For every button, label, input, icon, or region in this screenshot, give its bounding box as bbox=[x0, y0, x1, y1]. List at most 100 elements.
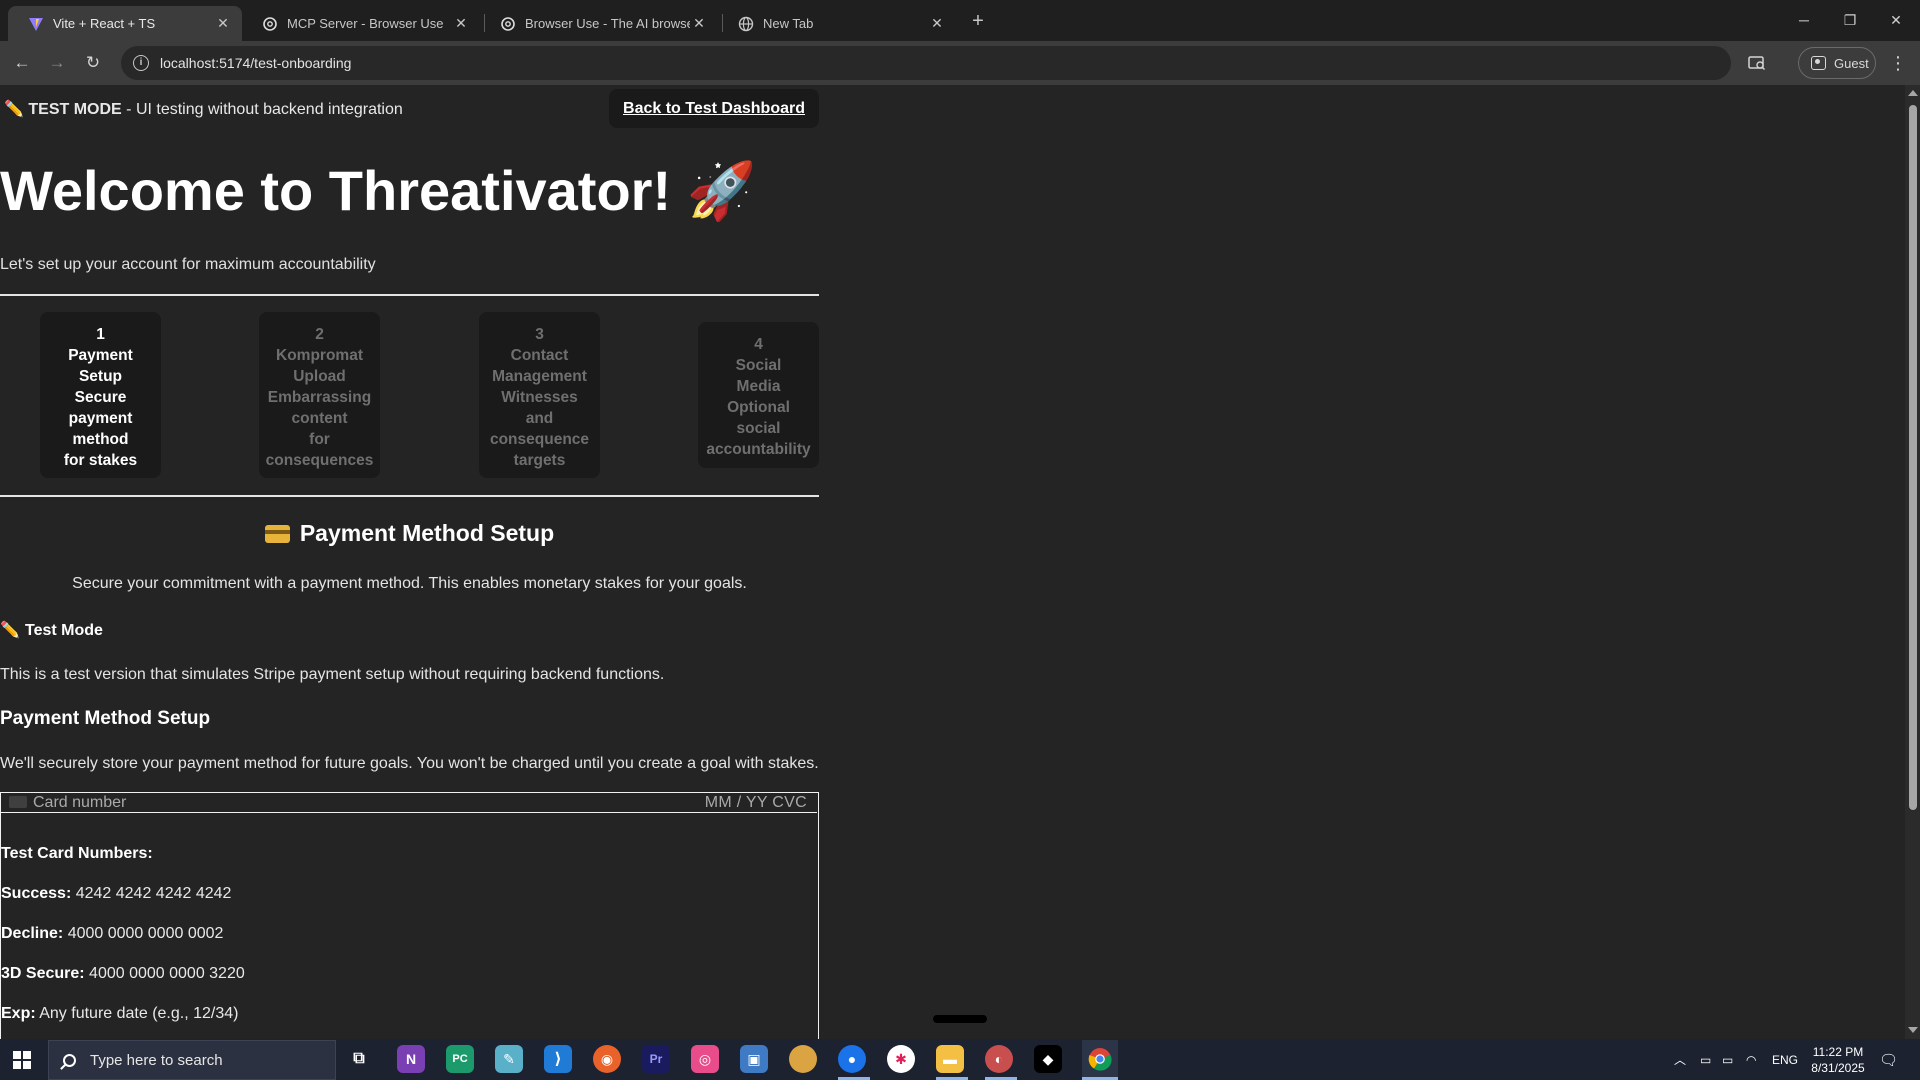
task-view-icon[interactable]: ⧉ bbox=[345, 1045, 373, 1073]
app-red-icon[interactable]: ◐ bbox=[985, 1045, 1013, 1073]
step-contact-management[interactable]: 3 Contact Management Witnesses and conse… bbox=[479, 312, 600, 478]
site-info-icon[interactable]: i bbox=[133, 55, 149, 71]
horizontal-scroll-indicator[interactable] bbox=[933, 1015, 987, 1023]
step-number: 4 bbox=[754, 336, 763, 353]
pencil-icon: ✏️ bbox=[4, 101, 24, 118]
close-icon[interactable]: ✕ bbox=[928, 15, 946, 33]
tab-title: Vite + React + TS bbox=[53, 16, 156, 31]
page-viewport: ✏️ TEST MODE - UI testing without backen… bbox=[0, 85, 1905, 1039]
language-indicator[interactable]: ENG bbox=[1772, 1039, 1798, 1080]
step-line: consequences bbox=[265, 452, 374, 469]
chrome-profile-icon[interactable]: ● bbox=[838, 1045, 866, 1073]
clock-time: 11:22 PM bbox=[1812, 1045, 1864, 1059]
tab-title: MCP Server - Browser Use bbox=[287, 16, 444, 31]
step-line: Upload bbox=[293, 368, 346, 385]
notes-app-icon[interactable]: ✎ bbox=[495, 1045, 523, 1073]
step-number: 3 bbox=[535, 326, 544, 343]
step-line: Secure bbox=[74, 389, 127, 406]
test-mode-text: - UI testing without backend integration bbox=[121, 101, 403, 118]
card-number-input[interactable]: Card number MM / YY CVC bbox=[1, 793, 817, 813]
test-mode-banner: ✏️ TEST MODE - UI testing without backen… bbox=[0, 85, 819, 130]
test-card-value: Any future date (e.g., 12/34) bbox=[35, 1005, 239, 1022]
chrome-icon[interactable] bbox=[1082, 1040, 1118, 1078]
back-to-dashboard-button[interactable]: Back to Test Dashboard bbox=[609, 89, 819, 128]
taskbar-search[interactable]: Type here to search bbox=[48, 1040, 336, 1080]
step-line: consequence bbox=[489, 431, 590, 448]
step-number: 2 bbox=[315, 326, 324, 343]
battery-icon[interactable]: ▭ bbox=[1722, 1039, 1733, 1080]
step-line: Contact bbox=[510, 347, 569, 364]
step-social-media[interactable]: 4 Social Media Optional social accountab… bbox=[698, 322, 819, 468]
address-bar[interactable]: i localhost:5174/test-onboarding bbox=[121, 46, 1731, 80]
scroll-down-arrow-icon[interactable] bbox=[1908, 1027, 1918, 1033]
install-app-icon[interactable] bbox=[1743, 49, 1771, 77]
step-line: accountability bbox=[706, 441, 811, 458]
meet-now-icon[interactable]: ▭ bbox=[1700, 1039, 1711, 1080]
file-explorer-icon[interactable]: ▬ bbox=[936, 1045, 964, 1073]
back-arrow-icon[interactable]: ← bbox=[8, 49, 36, 77]
tab-title: New Tab bbox=[763, 16, 814, 31]
scrollbar-thumb[interactable] bbox=[1909, 105, 1917, 810]
step-kompromat-upload[interactable]: 2 Kompromat Upload Embarrassing content … bbox=[259, 312, 380, 478]
test-card-decline: Decline: 4000 0000 0000 0002 bbox=[1, 925, 223, 943]
taskbar: Type here to search ⧉ N PC ✎ ⟩ ◉ Pr ◎ ▣ … bbox=[0, 1039, 1920, 1080]
tab-mcp-server[interactable]: MCP Server - Browser Use ✕ bbox=[242, 6, 480, 41]
onenote-icon[interactable]: N bbox=[397, 1045, 425, 1073]
close-icon[interactable]: ✕ bbox=[452, 15, 470, 33]
close-icon[interactable]: ✕ bbox=[214, 15, 232, 33]
card-form: Card number MM / YY CVC Test Card Number… bbox=[0, 792, 819, 1039]
system-clock[interactable]: 11:22 PM 8/31/2025 bbox=[1800, 1044, 1876, 1076]
vscode-icon[interactable]: ⟩ bbox=[544, 1045, 572, 1073]
divider bbox=[0, 294, 819, 296]
test-card-value: 4242 4242 4242 4242 bbox=[71, 885, 232, 902]
reload-icon[interactable]: ↻ bbox=[79, 49, 107, 77]
section-title-text: Payment Method Setup bbox=[299, 520, 555, 546]
new-tab-button[interactable]: + bbox=[966, 9, 990, 33]
clock-date: 8/31/2025 bbox=[1811, 1061, 1865, 1075]
profile-button[interactable]: Guest bbox=[1798, 47, 1876, 79]
cursor-app-icon[interactable]: ◆ bbox=[1034, 1045, 1062, 1073]
step-line: Optional bbox=[727, 399, 790, 416]
scroll-up-arrow-icon[interactable] bbox=[1908, 90, 1918, 96]
tab-new-tab[interactable]: New Tab ✕ bbox=[718, 6, 956, 41]
wifi-icon[interactable]: ◠ bbox=[1746, 1039, 1756, 1080]
test-card-label: Decline: bbox=[1, 925, 64, 942]
premiere-pro-icon[interactable]: Pr bbox=[642, 1045, 670, 1073]
step-line: Payment bbox=[68, 347, 133, 364]
minimize-icon[interactable]: ─ bbox=[1781, 0, 1827, 40]
tab-vite[interactable]: Vite + React + TS ✕ bbox=[8, 6, 242, 41]
restore-icon[interactable]: ❐ bbox=[1827, 0, 1873, 40]
tab-browser-use[interactable]: Browser Use - The AI browser a ✕ bbox=[480, 6, 718, 41]
test-card-3d-secure: 3D Secure: 4000 0000 0000 3220 bbox=[1, 965, 245, 983]
show-hidden-icons[interactable]: ︿ bbox=[1674, 1039, 1686, 1080]
forward-arrow-icon[interactable]: → bbox=[43, 49, 71, 77]
menu-dots-icon[interactable]: ⋮ bbox=[1884, 49, 1912, 77]
close-icon[interactable]: ✕ bbox=[690, 15, 708, 33]
step-line: Witnesses bbox=[501, 389, 578, 406]
credit-card-icon bbox=[264, 525, 290, 543]
remote-desktop-icon[interactable]: ▣ bbox=[740, 1045, 768, 1073]
test-card-value: 4000 0000 0000 0002 bbox=[63, 925, 224, 942]
firefox-icon[interactable]: ◉ bbox=[593, 1045, 621, 1073]
step-line: social bbox=[736, 420, 781, 437]
step-number: 1 bbox=[96, 326, 105, 343]
notifications-icon[interactable]: 🗨 bbox=[1879, 1039, 1898, 1080]
pycharm-icon[interactable]: PC bbox=[446, 1045, 474, 1073]
test-mode-message: ✏️ TEST MODE - UI testing without backen… bbox=[4, 99, 403, 119]
expiry-cvc-placeholder: MM / YY CVC bbox=[704, 794, 807, 811]
page-subtitle: Let's set up your account for maximum ac… bbox=[0, 256, 376, 273]
photo-app-icon[interactable]: ◎ bbox=[691, 1045, 719, 1073]
app-circle-icon[interactable] bbox=[789, 1045, 817, 1073]
window-close-icon[interactable]: ✕ bbox=[1873, 0, 1919, 40]
step-payment-setup[interactable]: 1 Payment Setup Secure payment method fo… bbox=[40, 312, 161, 478]
tab-title: Browser Use - The AI browser a bbox=[525, 16, 690, 31]
pencil-icon: ✏️ bbox=[0, 622, 20, 639]
divider bbox=[0, 495, 819, 497]
windows-start-icon[interactable] bbox=[13, 1051, 31, 1069]
step-line: targets bbox=[513, 452, 566, 469]
section-title: Payment Method Setup bbox=[0, 520, 819, 547]
test-mode-heading-text: Test Mode bbox=[25, 622, 103, 639]
slack-icon[interactable]: ✱ bbox=[887, 1045, 915, 1073]
vertical-scrollbar[interactable] bbox=[1905, 85, 1920, 1039]
step-line: Embarrassing bbox=[267, 389, 372, 406]
